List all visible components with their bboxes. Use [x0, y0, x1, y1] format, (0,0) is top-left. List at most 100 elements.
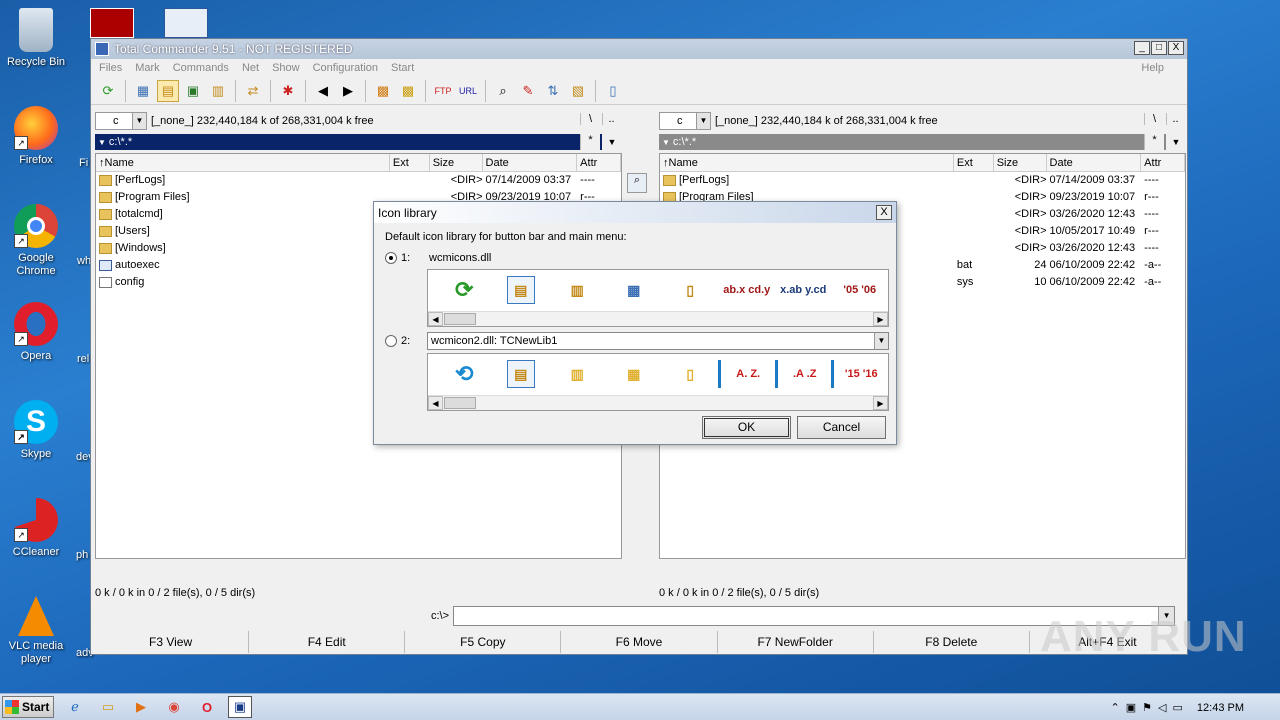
- menu-help[interactable]: Help: [1141, 62, 1164, 74]
- explorer-icon[interactable]: ▭: [96, 696, 120, 718]
- f5-copy-button[interactable]: F5 Copy: [405, 631, 562, 653]
- menu-files[interactable]: Files: [99, 62, 122, 74]
- desktop-icon-ccleaner[interactable]: ↗ CCleaner: [0, 498, 72, 559]
- tree-view-icon[interactable]: ▤: [492, 360, 548, 388]
- col-ext[interactable]: Ext: [954, 154, 994, 171]
- pack-icon[interactable]: ▩: [372, 80, 394, 102]
- sort-ext-icon[interactable]: .A .Z: [774, 360, 832, 388]
- option2-radio[interactable]: [385, 335, 397, 347]
- parent-dir-button[interactable]: ..: [1166, 113, 1184, 125]
- f3-view-button[interactable]: F3 View: [93, 631, 250, 653]
- desktop-icon-chrome[interactable]: ↗ Google Chrome: [0, 204, 72, 278]
- ok-button[interactable]: OK: [702, 416, 791, 439]
- left-drive-select[interactable]: c ▼: [95, 112, 147, 130]
- show-hidden-icons[interactable]: ⌃: [1111, 701, 1120, 714]
- full-view-icon[interactable]: ▯: [662, 360, 718, 388]
- folder-tree-icon[interactable]: ▥: [549, 276, 606, 304]
- opera-icon[interactable]: O: [195, 696, 219, 718]
- scroll-left-icon[interactable]: ◀: [428, 396, 443, 410]
- col-size[interactable]: Size: [430, 154, 483, 171]
- scroll-thumb[interactable]: [444, 397, 476, 409]
- find-icon[interactable]: ⌕: [627, 173, 647, 193]
- option1-radio[interactable]: [385, 252, 397, 264]
- sync-dirs-icon[interactable]: ⇅: [542, 80, 564, 102]
- ie-icon[interactable]: ℯ: [63, 696, 87, 718]
- volume-icon[interactable]: ◁: [1158, 701, 1166, 714]
- desktop-icon-word[interactable]: [164, 8, 208, 38]
- right-drive-select[interactable]: c ▼: [659, 112, 711, 130]
- root-button[interactable]: \: [580, 113, 600, 125]
- sort-date-icon[interactable]: '05 '06: [832, 276, 889, 304]
- menu-net[interactable]: Net: [242, 62, 259, 74]
- desktop-icon-skype[interactable]: S ↗ Skype: [0, 400, 72, 461]
- multi-rename-icon[interactable]: ✎: [517, 80, 539, 102]
- brief-view-icon[interactable]: ▦: [605, 360, 661, 388]
- icon-strip-2[interactable]: ⟲ ▤ ▥ ▦ ▯ A. Z. .A .Z '15 '16 ◀ ▶: [427, 353, 889, 411]
- sort-name-icon[interactable]: ab.x cd.y: [719, 276, 776, 304]
- maximize-button[interactable]: □: [1151, 41, 1167, 55]
- f8-delete-button[interactable]: F8 Delete: [874, 631, 1030, 653]
- left-path-bar[interactable]: ▼ c:\*.* * ▼: [95, 134, 622, 150]
- forward-arrow-icon[interactable]: ▶: [337, 80, 359, 102]
- scroll-right-icon[interactable]: ▶: [873, 396, 888, 410]
- close-button[interactable]: X: [1168, 41, 1184, 55]
- menu-show[interactable]: Show: [272, 62, 300, 74]
- minimize-button[interactable]: _: [1134, 41, 1150, 55]
- media-player-icon[interactable]: ▶: [129, 696, 153, 718]
- dialog-close-button[interactable]: X: [876, 205, 892, 220]
- col-ext[interactable]: Ext: [390, 154, 430, 171]
- ftp-icon[interactable]: FTP: [432, 80, 454, 102]
- icon-strip-1[interactable]: ⟳ ▤ ▥ ▦ ▯ ab.x cd.y x.ab y.cd '05 '06 ◀ …: [427, 269, 889, 327]
- start-button[interactable]: Start: [2, 696, 54, 718]
- brief-view-icon[interactable]: ▦: [132, 80, 154, 102]
- desktop-icon-pdf[interactable]: [90, 8, 134, 38]
- brief-view-icon[interactable]: ▦: [606, 276, 663, 304]
- col-name[interactable]: ↑Name: [660, 154, 954, 171]
- f7-newfolder-button[interactable]: F7 NewFolder: [718, 631, 874, 653]
- compare-icon[interactable]: ⇄: [242, 80, 264, 102]
- cancel-button[interactable]: Cancel: [797, 416, 886, 439]
- desktop-icon-opera[interactable]: ↗ Opera: [0, 302, 72, 363]
- history-button[interactable]: *: [1144, 134, 1164, 150]
- dialog-title-bar[interactable]: Icon library X: [374, 202, 896, 223]
- menu-commands[interactable]: Commands: [173, 62, 229, 74]
- menu-mark[interactable]: Mark: [135, 62, 159, 74]
- desktop-icon-vlc[interactable]: VLC media player: [0, 596, 72, 666]
- col-attr[interactable]: Attr: [577, 154, 622, 171]
- f4-edit-button[interactable]: F4 Edit: [249, 631, 406, 653]
- select-icon[interactable]: ✱: [277, 80, 299, 102]
- tree-view-icon[interactable]: ▤: [493, 276, 550, 304]
- desktop-icon-recycle-bin[interactable]: Recycle Bin: [0, 8, 72, 69]
- menu-start[interactable]: Start: [391, 62, 414, 74]
- scroll-right-icon[interactable]: ▶: [873, 312, 888, 326]
- notepad-icon[interactable]: ▯: [602, 80, 624, 102]
- history-button[interactable]: *: [580, 134, 600, 150]
- copy-names-icon[interactable]: ▧: [567, 80, 589, 102]
- hotlist-button[interactable]: ▼: [602, 134, 622, 150]
- folder-tree-icon[interactable]: ▥: [549, 360, 605, 388]
- unpack-icon[interactable]: ▩: [397, 80, 419, 102]
- strip2-scrollbar[interactable]: ◀ ▶: [428, 395, 888, 410]
- f6-move-button[interactable]: F6 Move: [561, 631, 718, 653]
- hotlist-button[interactable]: ▼: [1166, 134, 1186, 150]
- col-name[interactable]: ↑Name: [96, 154, 390, 171]
- url-icon[interactable]: URL: [457, 80, 479, 102]
- right-path-bar[interactable]: ▼ c:\*.* * ▼: [659, 134, 1186, 150]
- search-icon[interactable]: ⌕: [492, 80, 514, 102]
- network-icon[interactable]: ▣: [1126, 701, 1136, 714]
- back-arrow-icon[interactable]: ◀: [312, 80, 334, 102]
- sort-date-icon[interactable]: '15 '16: [831, 360, 888, 388]
- col-date[interactable]: Date: [483, 154, 578, 171]
- col-date[interactable]: Date: [1047, 154, 1142, 171]
- strip1-scrollbar[interactable]: ◀ ▶: [428, 311, 888, 326]
- root-button[interactable]: \: [1144, 113, 1164, 125]
- refresh-icon[interactable]: ⟳: [436, 276, 493, 304]
- scroll-thumb[interactable]: [444, 313, 476, 325]
- option2-library-select[interactable]: wcmicon2.dll: TCNewLib1 ▼: [427, 332, 889, 350]
- total-commander-taskbar-icon[interactable]: ▣: [228, 696, 252, 718]
- refresh-icon[interactable]: ⟳: [97, 80, 119, 102]
- tree-view-icon[interactable]: ▥: [207, 80, 229, 102]
- chrome-icon[interactable]: ◉: [162, 696, 186, 718]
- scroll-left-icon[interactable]: ◀: [428, 312, 443, 326]
- title-bar[interactable]: Total Commander 9.51 - NOT REGISTERED _ …: [91, 39, 1187, 59]
